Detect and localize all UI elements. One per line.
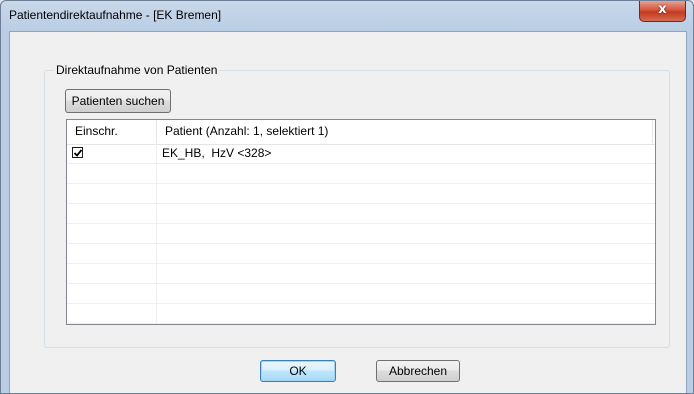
ok-button[interactable]: OK [260,360,336,382]
empty-cell [157,184,162,203]
empty-cell [157,264,162,283]
cancel-button[interactable]: Abbrechen [376,360,460,382]
dialog-client-area: Direktaufnahme von Patienten Patienten s… [9,31,687,393]
empty-row [67,224,655,244]
patient-list[interactable]: Einschr. Patient (Anzahl: 1, selektiert … [66,119,656,325]
empty-cell [67,164,157,183]
empty-cell [157,304,162,323]
empty-row [67,164,655,184]
list-header: Einschr. Patient (Anzahl: 1, selektiert … [67,120,655,145]
empty-cell [157,164,162,183]
empty-row [67,184,655,204]
empty-cell [157,204,162,223]
empty-row [67,304,655,324]
patient-cell: EK_HB, HzV <328> [162,146,272,160]
empty-cell [67,204,157,223]
title-bar[interactable]: Patientendirektaufnahme - [EK Bremen] x [1,1,693,31]
group-label: Direktaufnahme von Patienten [54,63,220,77]
empty-row [67,264,655,284]
empty-cell [67,244,157,263]
empty-cell [157,224,162,243]
empty-cell [67,284,157,303]
empty-row [67,204,655,224]
column-header-patient[interactable]: Patient (Anzahl: 1, selektiert 1) [157,120,653,143]
restriction-cell [67,144,157,163]
list-rows: EK_HB, HzV <328> [67,144,655,324]
dialog-window: Patientendirektaufnahme - [EK Bremen] x … [0,0,694,394]
table-row[interactable]: EK_HB, HzV <328> [67,144,655,164]
close-icon: x [658,2,667,17]
checkmark-icon [73,149,83,157]
search-patients-button[interactable]: Patienten suchen [65,89,171,113]
column-header-restriction[interactable]: Einschr. [67,120,157,143]
empty-row [67,284,655,304]
window-title: Patientendirektaufnahme - [EK Bremen] [9,8,222,22]
empty-cell [157,244,162,263]
empty-cell [67,224,157,243]
empty-cell [67,264,157,283]
empty-cell [67,304,157,323]
empty-cell [157,284,162,303]
empty-row [67,244,655,264]
empty-cell [67,184,157,203]
close-button[interactable]: x [639,1,686,22]
checkbox-checked[interactable] [72,147,83,158]
